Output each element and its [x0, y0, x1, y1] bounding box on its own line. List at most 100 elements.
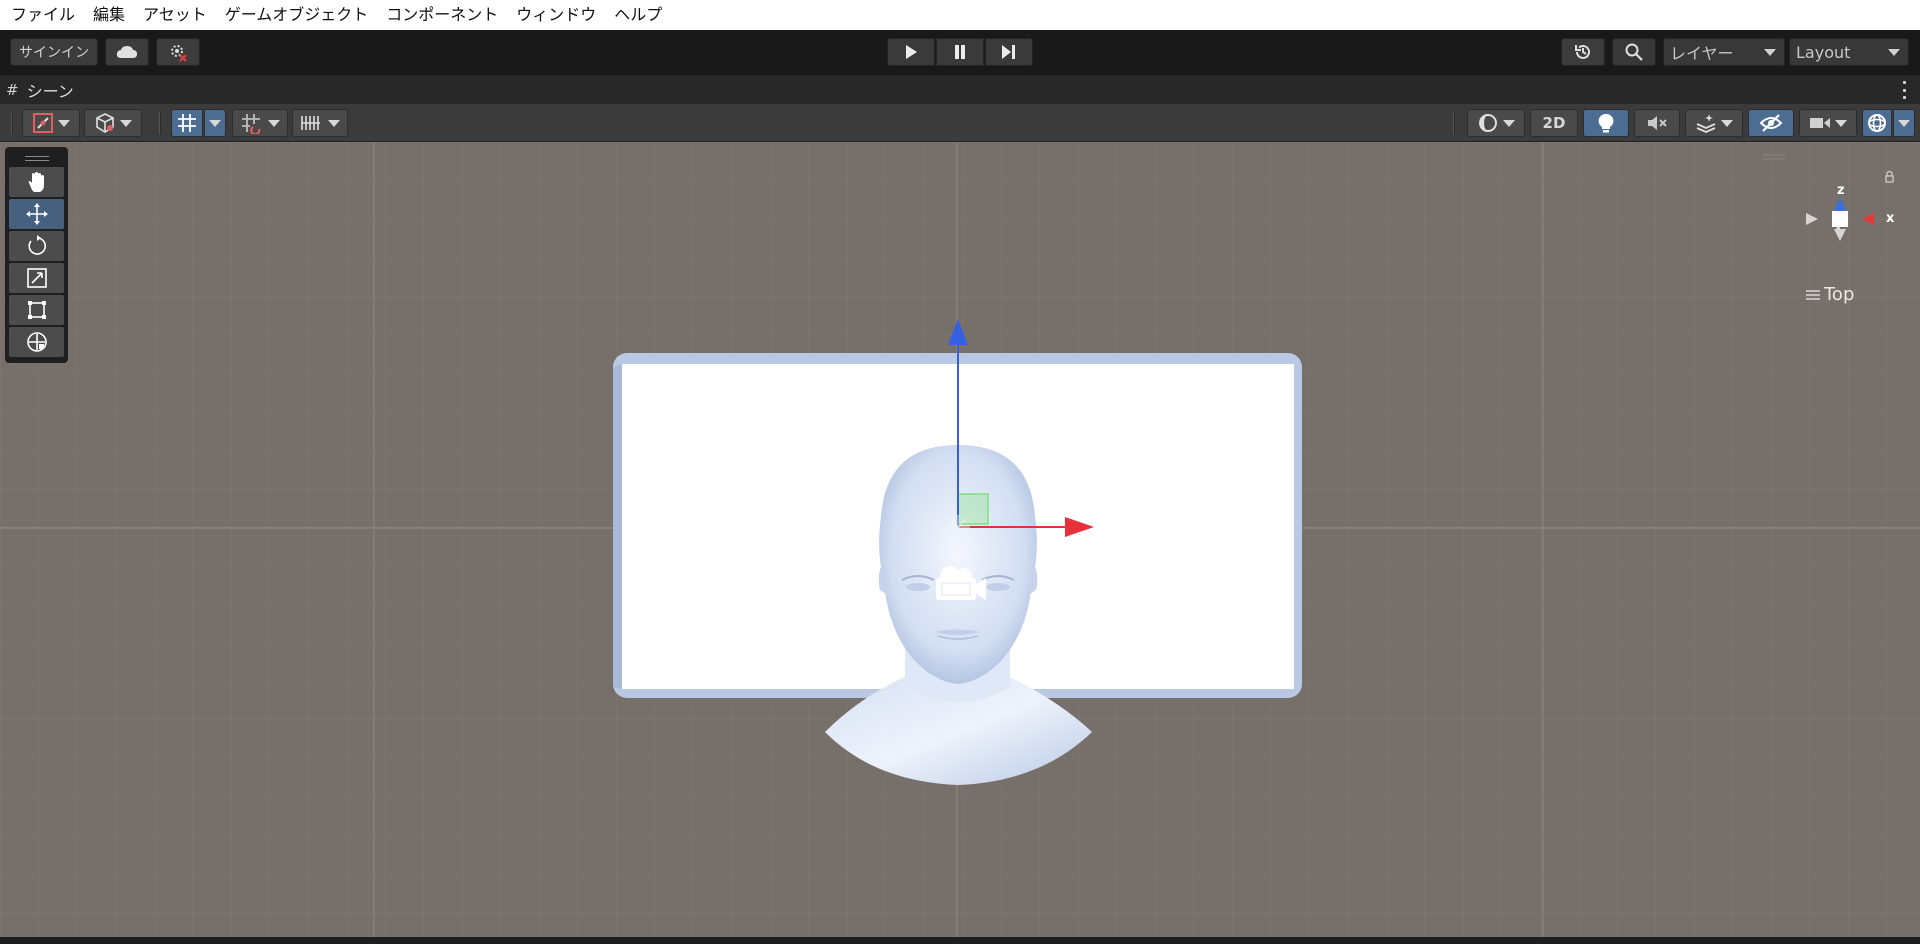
- mute-icon: [1648, 116, 1667, 130]
- chevron-down-icon: [58, 119, 70, 127]
- gizmo-x-label: x: [1886, 211, 1895, 226]
- toolbar-grip[interactable]: [159, 112, 161, 134]
- menu-component[interactable]: コンポーネント: [377, 0, 507, 30]
- menu-bar: ファイル 編集 アセット ゲームオブジェクト コンポーネント ウィンドウ ヘルプ: [0, 0, 1920, 30]
- transform-icon: [26, 332, 47, 352]
- step-icon: [1002, 45, 1015, 59]
- gizmo-neg-x-arrow[interactable]: [1806, 213, 1818, 225]
- signin-button[interactable]: サインイン: [10, 38, 98, 66]
- hand-tool-button[interactable]: [9, 167, 64, 197]
- chevron-down-icon: [209, 119, 221, 127]
- camera-icon: [1810, 118, 1830, 128]
- move-tool-button[interactable]: [9, 199, 64, 229]
- signin-label: サインイン: [19, 45, 89, 61]
- gizmos-dropdown[interactable]: [1893, 109, 1915, 137]
- collab-button[interactable]: [156, 38, 200, 66]
- status-bar: [0, 937, 1920, 944]
- overlay-drag-handle[interactable]: [9, 151, 64, 165]
- toggle-2d-button[interactable]: 2D: [1530, 109, 1578, 137]
- transform-tool-button[interactable]: [9, 327, 64, 357]
- gizmo-center-cube[interactable]: [1832, 211, 1848, 227]
- scale-tool-button[interactable]: [9, 263, 64, 293]
- cloud-button[interactable]: [105, 38, 149, 66]
- tab-scene[interactable]: # シーン: [6, 75, 74, 105]
- menu-help[interactable]: ヘルプ: [605, 0, 671, 30]
- search-icon: [1625, 43, 1643, 61]
- chevron-down-icon: [1764, 49, 1776, 56]
- layers-label: レイヤー: [1670, 44, 1734, 63]
- scene-grid: [0, 142, 1920, 937]
- orientation-gizmo[interactable]: z x: [1790, 162, 1900, 272]
- ruler-icon: [301, 116, 320, 130]
- tools-overlay: [5, 147, 68, 363]
- menu-file[interactable]: ファイル: [2, 0, 84, 30]
- rect-tool-button[interactable]: [9, 295, 64, 325]
- layers-effects-icon: [1696, 114, 1716, 133]
- gizmo-x-arrow[interactable]: [1862, 213, 1874, 225]
- menu-gameobject[interactable]: ゲームオブジェクト: [216, 0, 378, 30]
- tool-handle-position-dropdown[interactable]: [22, 109, 80, 137]
- move-icon: [25, 203, 48, 225]
- history-button[interactable]: [1561, 38, 1605, 66]
- increment-snap-dropdown[interactable]: [232, 109, 288, 137]
- hash-icon: #: [6, 81, 19, 99]
- toggle-2d-label: 2D: [1542, 114, 1566, 132]
- pivot-icon: [33, 113, 53, 133]
- cloud-icon: [116, 46, 137, 58]
- chevron-down-icon: [1835, 119, 1847, 127]
- menu-assets[interactable]: アセット: [134, 0, 216, 30]
- gizmo-neg-z-arrow[interactable]: [1834, 229, 1846, 241]
- pause-button[interactable]: [936, 38, 984, 66]
- camera-dropdown[interactable]: [1799, 109, 1857, 137]
- shaded-sphere-icon: [1479, 114, 1497, 132]
- view-label: Top: [1824, 284, 1855, 305]
- grid-snapping-dropdown[interactable]: [204, 109, 226, 137]
- main-toolbar: サインイン レイヤー Layout: [0, 30, 1920, 74]
- audio-toggle[interactable]: [1634, 109, 1680, 137]
- toolbar-grip[interactable]: [1453, 112, 1455, 134]
- global-local-dropdown[interactable]: [84, 109, 142, 137]
- collab-icon: [171, 45, 187, 62]
- chevron-down-icon: [120, 119, 132, 127]
- hand-icon: [28, 172, 44, 192]
- scene-viewport[interactable]: z x Top: [0, 142, 1920, 937]
- chevron-down-icon: [1503, 119, 1515, 127]
- unity-editor: ファイル 編集 アセット ゲームオブジェクト コンポーネント ウィンドウ ヘルプ…: [0, 0, 1920, 944]
- layers-dropdown[interactable]: レイヤー: [1663, 38, 1785, 66]
- effects-dropdown[interactable]: [1685, 109, 1743, 137]
- menu-window[interactable]: ウィンドウ: [507, 0, 605, 30]
- scene-visibility-toggle[interactable]: [1748, 109, 1794, 137]
- cube-icon: [96, 113, 114, 133]
- grid-visibility-dropdown[interactable]: [292, 109, 348, 137]
- increment-snap-icon: [242, 114, 261, 134]
- step-button[interactable]: [985, 38, 1033, 66]
- menu-edit[interactable]: 編集: [84, 0, 134, 30]
- scale-icon: [26, 268, 47, 288]
- grid-snapping-toggle[interactable]: [171, 109, 203, 137]
- pause-icon: [955, 45, 965, 59]
- draw-mode-dropdown[interactable]: [1467, 109, 1525, 137]
- grid-snap-icon: [178, 114, 196, 132]
- chevron-down-icon: [328, 119, 340, 127]
- gizmo-drag-handle[interactable]: [1763, 154, 1785, 160]
- layout-dropdown[interactable]: Layout: [1789, 38, 1909, 66]
- toolbar-grip[interactable]: [11, 112, 13, 134]
- history-icon: [1575, 44, 1590, 59]
- lightbulb-icon: [1598, 113, 1614, 133]
- rotate-icon: [27, 235, 46, 255]
- rotate-tool-button[interactable]: [9, 231, 64, 261]
- chevron-down-icon: [1888, 49, 1900, 56]
- view-orientation-label[interactable]: Top: [1806, 284, 1854, 305]
- scene-tab-label: シーン: [26, 82, 74, 101]
- chevron-down-icon: [268, 119, 280, 127]
- search-button[interactable]: [1612, 38, 1656, 66]
- play-button[interactable]: [887, 38, 935, 66]
- gizmo-z-arrow[interactable]: [1834, 198, 1846, 210]
- gizmos-toggle[interactable]: [1862, 109, 1892, 137]
- gizmo-z-label: z: [1837, 183, 1845, 198]
- scene-toolbar: 2D: [0, 104, 1920, 142]
- lighting-toggle[interactable]: [1583, 109, 1629, 137]
- play-controls: [887, 38, 1034, 66]
- more-options-icon[interactable]: [1902, 81, 1906, 99]
- play-icon: [906, 45, 917, 59]
